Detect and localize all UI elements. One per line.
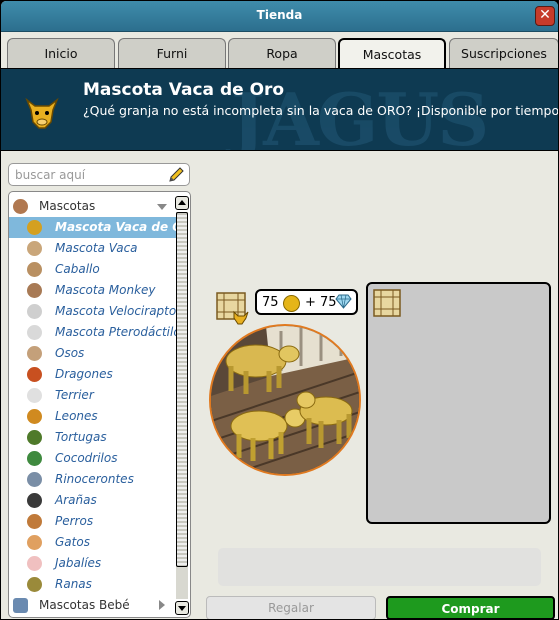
list-item-label: Gatos [55,535,90,549]
category-mascotas[interactable]: Mascotas [9,196,177,217]
pet-icon [27,388,42,403]
pet-icon [27,367,42,382]
pet-preview-image [209,324,361,476]
tab-mascotas[interactable]: Mascotas [338,38,446,69]
product-crate-icon [216,292,249,325]
list-item-label: Mascota Monkey [55,283,156,297]
pet-icon [27,514,42,529]
pet-icon [27,346,42,361]
list-item[interactable]: Ranas [9,574,177,595]
list-item-label: Tortugas [55,430,107,444]
gift-message-area[interactable] [218,548,541,586]
tab-suscripciones[interactable]: Suscripciones [449,38,558,68]
list-item-label: Rinocerontes [55,472,134,486]
list-item[interactable]: Osos [9,343,177,364]
list-item[interactable]: Mascota Monkey [9,280,177,301]
header-banner: JAGUS Mascota Vaca de Oro ¿Qué granja no… [1,68,558,151]
gift-button[interactable]: Regalar [206,596,376,619]
tree-scrollbar[interactable] [175,196,189,615]
pet-icon [27,304,42,319]
preview-panel [366,282,551,524]
list-item[interactable]: Tortugas [9,427,177,448]
price-credits: 75 [262,295,279,310]
pet-icon [27,283,42,298]
buy-button[interactable]: Comprar [386,596,555,619]
list-item[interactable]: Perros [9,511,177,532]
tab-ropa[interactable]: Ropa [228,38,336,68]
list-item-label: Ranas [55,577,92,591]
list-item[interactable]: Terrier [9,385,177,406]
pet-icon [27,241,42,256]
list-item[interactable]: Arañas [9,490,177,511]
close-icon: ✕ [539,7,551,23]
list-item[interactable]: Cocodrilos [9,448,177,469]
pet-icon [27,535,42,550]
pet-icon [27,556,42,571]
crate-icon [373,289,401,317]
pet-icon [27,472,42,487]
title-bar[interactable]: Tienda ✕ [1,1,558,32]
tab-bar: Inicio Furni Ropa Mascotas Suscripciones [1,32,558,69]
pet-icon [27,262,42,277]
dog-face-icon [13,199,28,214]
category-label: Mascotas [39,199,96,213]
list-item[interactable]: Rinocerontes [9,469,177,490]
banner-description: ¿Qué granja no está incompleta sin la va… [83,103,558,118]
pet-icon [27,493,42,508]
golden-cow-icon [25,97,59,129]
credit-coin-icon [283,295,300,312]
list-item-label: Mascota Velociraptor [55,304,182,318]
list-item-label: Leones [55,409,98,423]
list-item[interactable]: Mascota Velociraptor [9,301,181,322]
list-item-label: Cocodrilos [55,451,118,465]
list-item-label: Caballo [55,262,100,276]
list-item-label: Terrier [55,388,94,402]
tab-inicio[interactable]: Inicio [7,38,115,68]
pet-icon [27,577,42,592]
list-item-label: Mascota Pterodáctilo [55,325,181,339]
list-item-label: Jabalíes [55,556,102,570]
price-tag: 75 + 75 [255,289,358,315]
pet-icon [27,325,42,340]
list-item-label: Dragones [55,367,113,381]
catalog-tree: Mascotas Mascota Vaca de Oro Mascota Vaca… [8,191,191,618]
window-title: Tienda [256,8,303,22]
list-item[interactable]: Gatos [9,532,177,553]
list-item[interactable]: Mascota Vaca [9,238,177,259]
list-item[interactable]: Caballo [9,259,177,280]
list-item-label: Mascota Vaca de Oro [55,220,191,234]
close-button[interactable]: ✕ [535,6,555,26]
price-diamonds: + 75 [305,295,337,310]
chevron-right-icon [159,600,165,610]
baby-pets-icon [13,598,28,613]
pet-icon [27,430,42,445]
pet-icon [27,451,42,466]
banner-title: Mascota Vaca de Oro [83,80,285,100]
tab-furni[interactable]: Furni [118,38,226,68]
list-item[interactable]: Dragones [9,364,177,385]
list-item-label: Arañas [55,493,97,507]
scroll-down-button[interactable] [175,601,189,615]
list-item-label: Perros [55,514,94,528]
list-item[interactable]: Mascota Pterodáctilo [9,322,181,343]
list-item[interactable]: Jabalíes [9,553,177,574]
list-item[interactable]: Leones [9,406,177,427]
category-mascotas-bebe[interactable]: Mascotas Bebé [9,595,177,616]
list-item[interactable]: Mascota Vaca de Oro [9,217,190,238]
list-item-label: Osos [55,346,85,360]
search-input[interactable]: buscar aquí [15,168,85,182]
list-item-label: Mascota Vaca [55,241,138,255]
diamond-icon [335,294,352,309]
search-box[interactable]: buscar aquí [8,163,190,186]
category-label: Mascotas Bebé [39,598,130,612]
pet-icon [27,409,42,424]
scroll-thumb[interactable] [176,212,188,567]
pet-icon [27,220,42,235]
shop-window: Tienda ✕ Inicio Furni Ropa Mascotas Susc… [0,0,559,620]
scroll-up-button[interactable] [175,196,189,210]
pencil-icon[interactable] [166,165,186,185]
chevron-down-icon [157,204,167,210]
golden-cows-illustration [211,326,359,474]
